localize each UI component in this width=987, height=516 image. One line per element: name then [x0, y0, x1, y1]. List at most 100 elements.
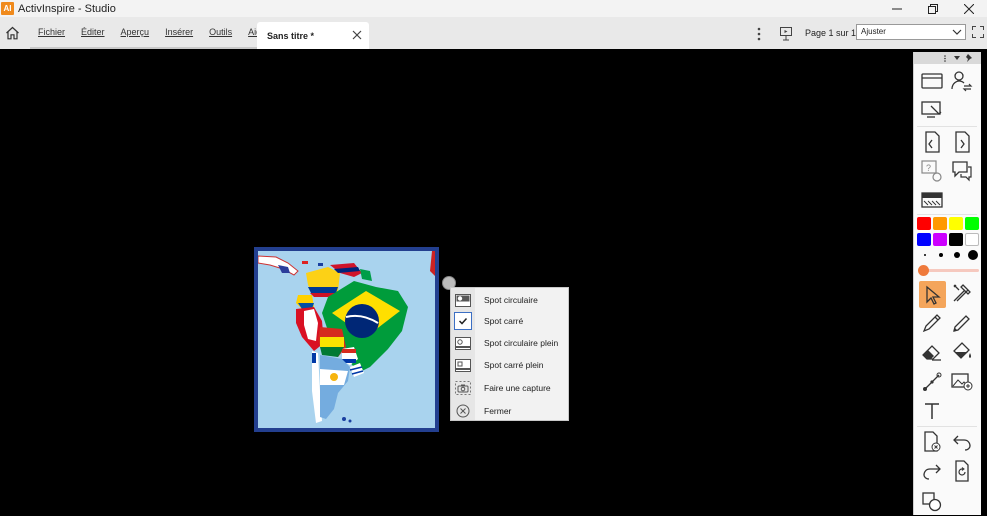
pen-width-2[interactable]	[939, 253, 943, 257]
tab-document[interactable]: Sans titre *	[257, 22, 369, 49]
pen-tool-button[interactable]	[919, 311, 945, 335]
tools-menu-button[interactable]	[949, 281, 975, 305]
app-logo: AI	[1, 2, 14, 15]
restore-button[interactable]	[915, 0, 951, 17]
desktop-tools-button[interactable]	[919, 98, 945, 122]
color-swatch-yellow[interactable]	[949, 217, 963, 230]
undo-button[interactable]	[949, 430, 975, 454]
switch-user-icon	[951, 71, 973, 92]
fullscreen-icon	[972, 26, 984, 38]
presentation-icon	[780, 27, 792, 41]
pen-width-4[interactable]	[968, 250, 978, 260]
next-page-icon	[955, 131, 970, 153]
spotlight-map-image[interactable]	[254, 247, 439, 432]
menu-item-fermer[interactable]: Fermer	[451, 401, 568, 421]
menu-item-label: Spot carré plein	[484, 360, 544, 370]
zoom-select[interactable]: Ajuster	[856, 24, 966, 40]
vertical-dots-icon	[757, 27, 761, 41]
menu-outils[interactable]: Outils	[201, 27, 240, 37]
chevron-down-icon	[952, 29, 962, 35]
menu-item-label: Spot circulaire	[484, 295, 538, 305]
reset-page-button[interactable]	[949, 459, 975, 483]
eraser-tool-button[interactable]	[919, 340, 945, 364]
check-icon	[454, 312, 472, 330]
insert-image-button[interactable]	[949, 370, 975, 394]
text-icon	[925, 403, 939, 419]
pen-width-slider-knob[interactable]	[918, 265, 929, 276]
menu-item-faire-une-capture[interactable]: Faire une capture	[451, 378, 568, 398]
screen-shade-button[interactable]	[919, 188, 945, 212]
tools-icon	[953, 284, 971, 302]
browser-button[interactable]	[919, 69, 945, 93]
menu-editer[interactable]: Éditer	[73, 27, 113, 37]
more-options-button[interactable]	[754, 26, 764, 42]
redo-button[interactable]	[919, 459, 945, 483]
home-button[interactable]	[3, 24, 21, 42]
chevron-down-icon[interactable]	[954, 56, 960, 60]
vertical-dots-icon[interactable]	[943, 55, 947, 62]
connector-tool-button[interactable]	[919, 370, 945, 394]
text-tool-button[interactable]	[919, 399, 945, 423]
shapes-tool-button[interactable]	[919, 489, 945, 513]
toolbox-separator	[917, 214, 977, 215]
cursor-arrow-icon	[925, 285, 941, 305]
redo-icon	[923, 464, 941, 480]
menu-item-spot-carre-plein[interactable]: Spot carré plein	[451, 355, 568, 375]
camera-icon	[455, 380, 471, 396]
select-tool-button[interactable]	[919, 281, 946, 308]
previous-page-button[interactable]	[919, 130, 945, 154]
spot-circle-icon	[455, 292, 471, 308]
minimize-icon	[892, 8, 902, 9]
flipchart-canvas[interactable]	[0, 49, 913, 516]
close-window-button[interactable]	[951, 0, 987, 17]
presentation-button[interactable]	[778, 26, 794, 42]
tab-label: Sans titre *	[267, 31, 315, 41]
menu-inserer[interactable]: Insérer	[157, 27, 201, 37]
color-swatch-green[interactable]	[965, 217, 979, 230]
menu-item-label: Faire une capture	[484, 383, 551, 393]
browser-window-icon	[921, 73, 943, 89]
reset-page-icon	[955, 460, 969, 482]
menu-item-spot-carre[interactable]: Spot carré	[451, 311, 568, 331]
menu-item-spot-circulaire[interactable]: Spot circulaire	[451, 290, 568, 310]
clear-button[interactable]	[919, 430, 945, 454]
menu-item-spot-circulaire-plein[interactable]: Spot circulaire plein	[451, 333, 568, 353]
previous-page-icon	[925, 131, 940, 153]
spotlight-context-menu: Spot circulaire Spot carré Spot circulai…	[450, 287, 569, 421]
clear-page-icon	[924, 431, 941, 452]
chat-question-icon	[952, 161, 972, 182]
color-swatch-white[interactable]	[965, 233, 979, 246]
pen-width-3[interactable]	[954, 252, 960, 258]
menu-item-label: Spot carré	[484, 316, 524, 326]
spot-square-full-icon	[455, 357, 471, 373]
color-swatch-black[interactable]	[949, 233, 963, 246]
toolbox-header	[914, 52, 981, 64]
switch-user-button[interactable]	[949, 69, 975, 93]
highlighter-tool-button[interactable]	[949, 311, 975, 335]
voting-button[interactable]: ?	[919, 159, 945, 183]
close-icon	[964, 3, 974, 14]
color-swatch-orange[interactable]	[933, 217, 947, 230]
tab-close-button[interactable]	[352, 29, 364, 41]
south-america-flag-map	[258, 251, 435, 428]
color-swatch-blue[interactable]	[917, 233, 931, 246]
color-swatch-red[interactable]	[917, 217, 931, 230]
window-title: ActivInspire - Studio	[18, 2, 116, 15]
page-indicator: Page 1 sur 1	[805, 28, 857, 38]
toolbox-separator	[917, 426, 977, 427]
fill-tool-button[interactable]	[949, 340, 975, 364]
menu-apercu[interactable]: Aperçu	[113, 27, 158, 37]
fullscreen-button[interactable]	[972, 26, 986, 40]
menu-fichier[interactable]: Fichier	[30, 27, 73, 37]
express-poll-button[interactable]	[949, 159, 975, 183]
pin-icon[interactable]	[966, 54, 973, 62]
color-swatch-purple[interactable]	[933, 233, 947, 246]
zoom-value: Ajuster	[861, 27, 886, 36]
home-icon	[5, 26, 19, 40]
minimize-button[interactable]	[879, 0, 915, 17]
pen-width-1[interactable]	[924, 254, 926, 256]
menu-item-label: Spot circulaire plein	[484, 338, 559, 348]
insert-image-icon	[951, 373, 973, 391]
next-page-button[interactable]	[949, 130, 975, 154]
menu-bar: Fichier Éditer Aperçu Insérer Outils Aid…	[0, 17, 987, 49]
